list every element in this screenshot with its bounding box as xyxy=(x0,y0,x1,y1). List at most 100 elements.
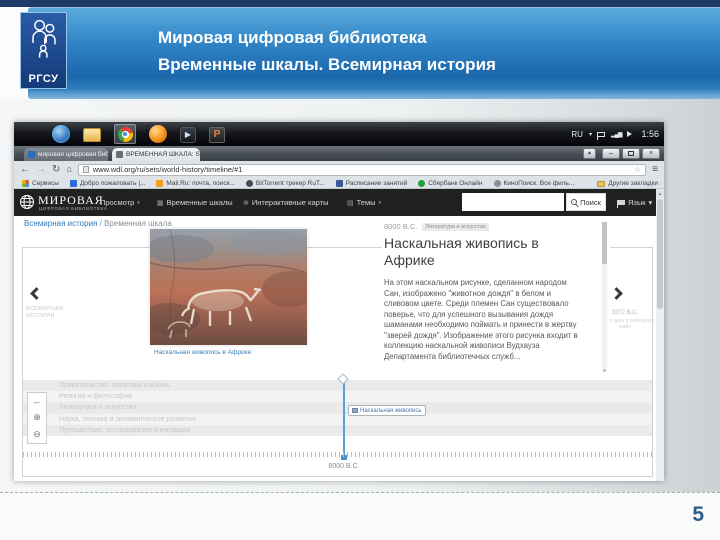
close-button[interactable]: × xyxy=(642,148,660,159)
event-title: Наскальная живопись в Африке xyxy=(384,235,539,268)
chevron-right-icon xyxy=(610,287,623,300)
reload-button[interactable]: ↻ xyxy=(52,164,60,175)
volume-icon[interactable] xyxy=(627,131,635,137)
slide-title: Мировая цифровая библиотека Временные шк… xyxy=(158,24,496,78)
event-description: На этом наскальном рисунке, сделанном на… xyxy=(384,278,578,361)
browser-menu-icon[interactable]: ≡ xyxy=(652,164,658,175)
url-field[interactable]: www.wdl.org/ru/sets/world-history/timeli… xyxy=(77,163,647,176)
bookmark-favicon xyxy=(156,180,164,187)
nav-themes[interactable]: ▤ Темы ▾ xyxy=(347,198,381,207)
powerpoint-icon[interactable]: P xyxy=(209,126,225,143)
slide-top-strip xyxy=(0,0,720,7)
timeline-axis-ruler[interactable] xyxy=(23,452,652,457)
panel-scrollbar-thumb[interactable] xyxy=(602,222,607,264)
up-arrow-icon: ▲ xyxy=(587,150,592,156)
nav-interactive-maps[interactable]: ⊕ Интерактивные карты xyxy=(243,198,328,207)
chevron-left-icon xyxy=(30,287,43,300)
chevron-down-icon: ▾ xyxy=(648,198,653,207)
presentation-slide: РГСУ Мировая цифровая библиотека Временн… xyxy=(0,0,720,540)
event-date: 8000 B.C. xyxy=(384,222,418,231)
book-icon: ▤ xyxy=(347,199,354,207)
event-detail-panel: 8000 B.C. Литература и искусство Наскаль… xyxy=(382,218,610,378)
language-menu[interactable]: Язык ▾ xyxy=(617,198,653,208)
browser-tab-strip: мировая цифровая библи... × ВРЕМЕННАЯ ШК… xyxy=(14,146,664,161)
keyboard-layout[interactable]: RU xyxy=(571,130,583,139)
system-tray: RU ▾ ▂▄▆ 1:56 xyxy=(571,122,659,146)
timeline-current-line xyxy=(343,378,345,458)
bookmark-mailru[interactable]: Mail.Ru: почта, поиск... xyxy=(156,180,235,187)
start-menu-button[interactable] xyxy=(52,125,70,143)
category-row: Путешествия, исследования и миграция xyxy=(23,424,652,436)
page-scrollbar[interactable]: ▲ xyxy=(656,189,664,481)
browser-address-bar: ← → ↻ ⌂ www.wdl.org/ru/sets/world-histor… xyxy=(14,161,664,178)
chevron-down-icon: ▾ xyxy=(378,199,382,206)
event-image-caption-link[interactable]: Наскальная живопись в Африке xyxy=(154,349,251,356)
minimize-button[interactable]: – xyxy=(602,148,620,159)
bookmark-favicon xyxy=(245,180,253,187)
nav-browse[interactable]: Просмотр ▾ xyxy=(100,198,140,207)
explorer-icon[interactable] xyxy=(83,128,101,142)
chevron-down-icon[interactable]: ▾ xyxy=(589,131,592,138)
category-row: Литература и искусство xyxy=(23,402,652,414)
bookmark-welcome[interactable]: Добро пожаловать |... xyxy=(69,180,145,187)
event-image[interactable] xyxy=(140,228,318,346)
tab-wdl-home[interactable]: мировая цифровая библи... × xyxy=(24,148,108,161)
folder-icon xyxy=(597,180,606,187)
wdl-logo-subtitle: ЦИФРОВАЯ БИБЛИОТЕКА xyxy=(39,206,108,211)
maximize-button[interactable] xyxy=(622,148,640,159)
zoom-out-button[interactable]: ⊖ xyxy=(33,429,41,440)
chevron-down-icon: ▾ xyxy=(137,199,140,206)
search-input[interactable] xyxy=(462,193,564,211)
event-category-badge: Литература и искусство xyxy=(422,222,489,231)
bookmark-favicon xyxy=(335,180,343,187)
thumbnail-icon xyxy=(352,408,358,413)
home-button[interactable]: ⌂ xyxy=(66,165,71,174)
globe-icon: ⊕ xyxy=(243,199,249,207)
next-event-button[interactable] xyxy=(610,285,623,303)
scrollbar-down-icon[interactable]: ▼ xyxy=(602,368,607,373)
globe-icon xyxy=(493,180,501,187)
bookmark-services[interactable]: Сервисы xyxy=(22,180,59,187)
search-button[interactable]: Поиск xyxy=(566,193,606,211)
breadcrumb-link[interactable]: Всемирная история xyxy=(24,219,97,228)
prev-event-button[interactable] xyxy=(30,285,43,303)
wdl-site-header: МИРОВАЯ ЦИФРОВАЯ БИБЛИОТЕКА Просмотр ▾ ▦ В… xyxy=(14,189,664,216)
minimize-icon: – xyxy=(609,150,613,157)
scrollbar-thumb[interactable] xyxy=(657,199,663,309)
bookmark-star-icon[interactable]: ☆ xyxy=(634,165,641,174)
browser-window: ▶ P RU ▾ ▂▄▆ 1:56 мировая цифровая библи… xyxy=(14,122,664,481)
network-icon[interactable]: ▂▄▆ xyxy=(611,131,623,138)
nav-timelines[interactable]: ▦ Временные шкалы xyxy=(157,198,233,207)
timeline-event-marker[interactable]: Наскальная живопись xyxy=(348,405,426,416)
media-player-icon[interactable]: ▶ xyxy=(180,126,196,143)
search-icon xyxy=(571,199,578,205)
timeline-icon: ▦ xyxy=(157,199,164,207)
slide-footer xyxy=(0,492,720,540)
orange-app-icon[interactable] xyxy=(149,125,167,143)
back-button[interactable]: ← xyxy=(20,164,30,175)
bookmark-favicon xyxy=(418,180,426,187)
action-center-flag-icon[interactable] xyxy=(596,131,605,140)
rgsu-logo-text: РГСУ xyxy=(28,73,59,85)
bookmark-kinopoisk[interactable]: КиноПоиск. Все филь... xyxy=(493,180,574,187)
scrollbar-up-icon[interactable]: ▲ xyxy=(656,189,664,198)
rgsu-people-icon xyxy=(32,19,56,58)
tab-timeline-active[interactable]: ВРЕМЕННАЯ ШКАЛА: Searc... × xyxy=(112,148,200,161)
wdl-globe-icon xyxy=(20,195,34,209)
panel-scrollbar[interactable]: ▼ xyxy=(602,222,607,373)
rgsu-logo: РГСУ xyxy=(20,12,67,89)
page-number: 5 xyxy=(692,503,704,526)
restore-up-button[interactable]: ▲ xyxy=(583,148,596,159)
bookmark-rutracker[interactable]: BitTorrent трекер RuT... xyxy=(245,180,325,187)
clock[interactable]: 1:56 xyxy=(641,129,659,139)
zoom-in-button[interactable]: ⊕ xyxy=(33,412,41,423)
category-row: Наука, техника и экономическое развитие xyxy=(23,413,652,425)
chrome-taskbar-active[interactable] xyxy=(114,124,136,144)
url-text: www.wdl.org/ru/sets/world-history/timeli… xyxy=(92,165,243,174)
other-bookmarks[interactable]: Другие закладки xyxy=(597,178,658,189)
bookmark-schedule[interactable]: Расписание занятий xyxy=(335,180,407,187)
timeline-back-button[interactable]: ← xyxy=(33,396,42,406)
page-icon xyxy=(82,166,89,173)
forward-button[interactable]: → xyxy=(36,164,46,175)
bookmark-sberbank[interactable]: Сбербанк Онлайн xyxy=(418,180,483,187)
